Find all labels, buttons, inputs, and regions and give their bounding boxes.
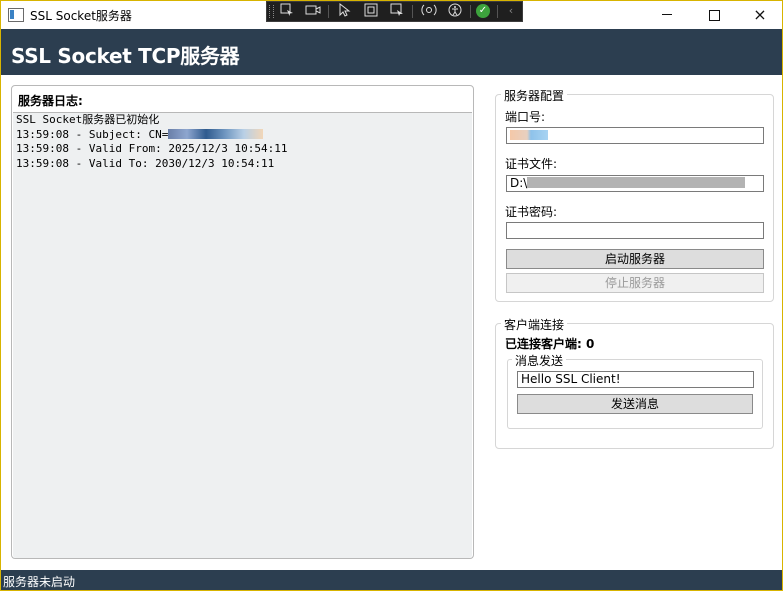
video-icon[interactable] xyxy=(305,3,321,19)
hot-reload-icon[interactable] xyxy=(421,3,437,19)
log-line: 13:59:08 - Valid From: 2025/12/3 10:54:1… xyxy=(16,142,288,155)
drag-handle-icon[interactable] xyxy=(269,5,274,18)
redacted-subject xyxy=(168,128,264,139)
debug-toolbar: ✓ ‹ xyxy=(266,1,523,22)
cert-password-input[interactable] xyxy=(506,222,764,239)
server-log-panel: 服务器日志: SSL Socket服务器已初始化 13:59:08 - Subj… xyxy=(11,85,474,559)
group-title: 消息发送 xyxy=(512,352,567,369)
start-server-button[interactable]: 启动服务器 xyxy=(506,249,764,269)
chevron-left-icon[interactable]: ‹ xyxy=(503,3,519,19)
accessibility-icon[interactable] xyxy=(447,3,463,19)
server-config-group: 服务器配置 端口号: 证书文件: D:\ 证书密码: 启动服务器 停止服务器 xyxy=(495,87,774,302)
close-button[interactable]: × xyxy=(737,1,782,29)
group-title: 客户端连接 xyxy=(501,316,568,333)
message-send-group: 消息发送 Hello SSL Client! 发送消息 xyxy=(507,352,763,429)
bounds-icon[interactable] xyxy=(363,3,379,19)
minimize-icon xyxy=(662,14,672,15)
redacted-path xyxy=(527,177,746,188)
redacted-port xyxy=(510,130,548,140)
client-connection-group: 客户端连接 已连接客户端: 0 消息发送 Hello SSL Client! 发… xyxy=(495,316,774,449)
app-header: SSL Socket TCP服务器 xyxy=(1,29,782,75)
minimize-button[interactable] xyxy=(644,1,690,29)
page-title: SSL Socket TCP服务器 xyxy=(11,44,240,68)
pointer-icon[interactable] xyxy=(337,2,353,19)
app-icon xyxy=(8,8,24,22)
message-input[interactable]: Hello SSL Client! xyxy=(517,371,754,388)
port-label: 端口号: xyxy=(505,110,546,124)
check-icon[interactable]: ✓ xyxy=(476,4,490,18)
group-title: 服务器配置 xyxy=(501,87,568,104)
log-line: SSL Socket服务器已初始化 xyxy=(16,113,160,126)
log-label: 服务器日志: xyxy=(18,94,83,108)
select-element-icon[interactable] xyxy=(279,3,295,19)
close-icon: × xyxy=(753,5,767,24)
stop-server-button[interactable]: 停止服务器 xyxy=(506,273,764,293)
connected-clients-count: 已连接客户端: 0 xyxy=(505,337,595,351)
send-message-button[interactable]: 发送消息 xyxy=(517,394,753,414)
log-textbox[interactable]: SSL Socket服务器已初始化 13:59:08 - Subject: CN… xyxy=(13,112,472,558)
cert-password-label: 证书密码: xyxy=(505,205,558,219)
window-title: SSL Socket服务器 xyxy=(30,9,132,23)
port-input[interactable] xyxy=(506,127,764,144)
cert-file-label: 证书文件: xyxy=(505,157,558,171)
main-window: SSL Socket服务器 × ✓ ‹ SSL Socket TCP服务器 服务… xyxy=(0,0,783,591)
cert-file-input[interactable]: D:\ xyxy=(506,175,764,192)
log-line: 13:59:08 - Subject: CN= xyxy=(16,128,264,143)
maximize-button[interactable] xyxy=(691,1,737,29)
track-focus-icon[interactable] xyxy=(389,3,405,19)
log-line: 13:59:08 - Valid To: 2030/12/3 10:54:11 xyxy=(16,156,275,170)
status-text: 服务器未启动 xyxy=(3,575,76,589)
maximize-icon xyxy=(708,10,720,21)
status-bar: 服务器未启动 xyxy=(1,570,782,590)
